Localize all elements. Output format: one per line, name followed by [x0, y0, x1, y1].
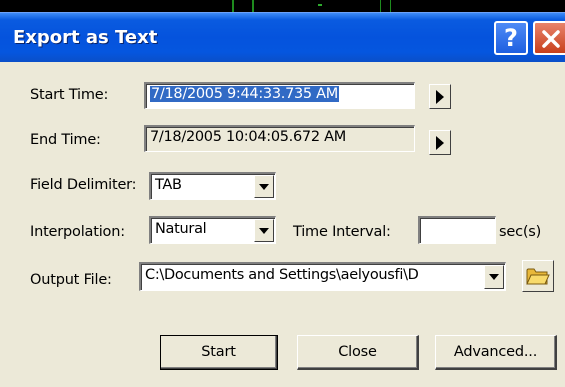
arrow-right-icon: [436, 89, 444, 104]
end-time-input[interactable]: 7/18/2005 10:04:05.672 AM: [144, 125, 415, 152]
help-button[interactable]: ?: [494, 21, 528, 55]
chevron-down-icon: [259, 227, 269, 234]
advanced-button[interactable]: Advanced...: [435, 335, 557, 370]
start-time-input[interactable]: 7/18/2005 9:44:33.735 AM: [144, 82, 415, 109]
time-interval-label: Time Interval:: [293, 224, 391, 240]
start-button[interactable]: Start: [160, 335, 278, 370]
end-time-value: 7/18/2005 10:04:05.672 AM: [150, 129, 346, 145]
field-delimiter-dropdown-button[interactable]: [254, 175, 274, 198]
close-button[interactable]: Close: [297, 335, 419, 370]
arrow-right-icon: [436, 135, 444, 150]
field-delimiter-label: Field Delimiter:: [30, 177, 137, 193]
window-title: Export as Text: [13, 27, 158, 48]
start-button-label: Start: [201, 344, 236, 360]
interpolation-dropdown-button[interactable]: [254, 219, 274, 242]
output-file-label: Output File:: [30, 272, 112, 288]
interpolation-select[interactable]: Natural: [149, 216, 276, 244]
interpolation-label: Interpolation:: [30, 224, 125, 240]
start-time-label: Start Time:: [30, 87, 109, 103]
output-file-select[interactable]: C:\Documents and Settings\aelyousfi\D: [139, 262, 506, 291]
title-bar[interactable]: Export as Text ?: [0, 12, 565, 62]
interpolation-value: Natural: [155, 221, 207, 237]
close-button-label: Close: [338, 344, 377, 360]
end-time-picker-button[interactable]: [429, 130, 451, 155]
close-window-button[interactable]: [533, 21, 565, 55]
output-file-dropdown-button[interactable]: [484, 265, 504, 289]
output-file-value: C:\Documents and Settings\aelyousfi\D: [145, 267, 419, 283]
background-window-strip: [0, 0, 565, 12]
advanced-button-label: Advanced...: [453, 344, 538, 360]
close-icon: [542, 30, 560, 48]
start-time-value: 7/18/2005 9:44:33.735 AM: [150, 86, 339, 102]
help-icon: ?: [504, 24, 518, 52]
field-delimiter-select[interactable]: TAB: [149, 172, 276, 200]
start-time-picker-button[interactable]: [429, 84, 451, 109]
time-interval-unit: sec(s): [499, 224, 542, 240]
browse-folder-button[interactable]: [522, 260, 554, 292]
folder-icon: [526, 268, 550, 285]
chevron-down-icon: [259, 183, 269, 190]
end-time-label: End Time:: [30, 132, 101, 148]
time-interval-input[interactable]: [418, 216, 496, 244]
field-delimiter-value: TAB: [155, 177, 182, 193]
chevron-down-icon: [489, 274, 499, 280]
